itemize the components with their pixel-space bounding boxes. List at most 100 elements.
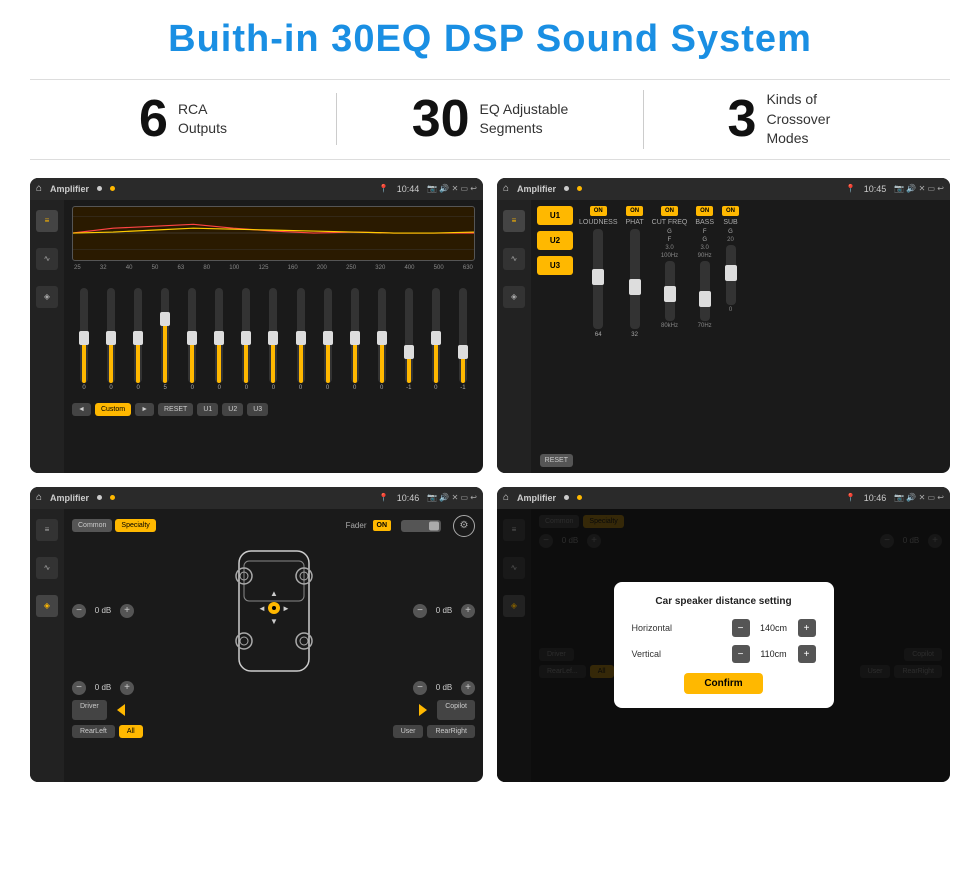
eq-slider-track-1[interactable] — [107, 288, 115, 383]
crossover-reset-btn[interactable]: RESET — [540, 454, 573, 467]
eq-slider-thumb-2 — [133, 331, 143, 345]
sub-slider[interactable] — [726, 245, 736, 305]
copilot-btn[interactable]: Copilot — [437, 700, 475, 720]
eq-u2-btn[interactable]: U2 — [222, 403, 243, 416]
crossover-screenshot-panel: Amplifier 📍 10:45 📷 🔊 ✕ ▭ ↩ ≡ ∿ ◈ U1 U2 — [497, 178, 950, 473]
horizontal-minus-btn[interactable]: − — [732, 619, 750, 637]
db-plus-tl[interactable]: + — [120, 604, 134, 618]
eq-custom-btn[interactable]: Custom — [95, 403, 131, 416]
eq-slider-thumb-12 — [404, 345, 414, 359]
vertical-minus-btn[interactable]: − — [732, 645, 750, 663]
db-minus-tl[interactable]: − — [72, 604, 86, 618]
status-dot — [97, 186, 102, 191]
eq-freq-labels: 253240506380100125160200250320400500630 — [72, 265, 475, 271]
fader-sidebar: ≡ ∿ ◈ — [30, 509, 64, 782]
eq-u1-btn[interactable]: U1 — [197, 403, 218, 416]
db-minus-tr[interactable]: − — [413, 604, 427, 618]
cutfreq-slider[interactable] — [665, 261, 675, 321]
right-arrow-btn[interactable] — [413, 700, 433, 720]
rearleft-btn[interactable]: RearLeft — [72, 725, 115, 738]
fader-sidebar-speaker-btn[interactable]: ◈ — [36, 595, 58, 617]
eq-sidebar-eq-btn[interactable]: ≡ — [36, 210, 58, 232]
preset-u3-btn[interactable]: U3 — [537, 256, 573, 275]
confirm-button[interactable]: Confirm — [684, 673, 762, 694]
crossover-sidebar-speaker-btn[interactable]: ◈ — [503, 286, 525, 308]
eq-slider-track-6[interactable] — [242, 288, 250, 383]
fader-sidebar-wave-btn[interactable]: ∿ — [36, 557, 58, 579]
bass-toggle[interactable]: ON — [696, 206, 713, 216]
crossover-sidebar-wave-btn[interactable]: ∿ — [503, 248, 525, 270]
eq-slider-col-2: 0 — [126, 288, 150, 391]
db-plus-tr[interactable]: + — [461, 604, 475, 618]
eq-slider-track-14[interactable] — [459, 288, 467, 383]
db-minus-bl[interactable]: − — [72, 681, 86, 695]
eq-slider-thumb-0 — [79, 331, 89, 345]
phat-val: 32 — [631, 332, 638, 338]
eq-slider-val-6: 0 — [245, 385, 248, 391]
fader-screenshot-panel: Amplifier 📍 10:46 📷 🔊 ✕ ▭ ↩ ≡ ∿ ◈ Com — [30, 487, 483, 782]
stats-row: 6 RCA Outputs 30 EQ Adjustable Segments … — [30, 79, 950, 160]
db-value-tr: 0 dB — [430, 606, 458, 615]
stat-rca: 6 RCA Outputs — [30, 93, 336, 145]
eq-slider-track-13[interactable] — [432, 288, 440, 383]
eq-slider-val-2: 0 — [136, 385, 139, 391]
bass-slider[interactable] — [700, 261, 710, 321]
left-arrow-btn[interactable] — [111, 700, 131, 720]
user-btn[interactable]: User — [393, 725, 424, 738]
preset-u1-btn[interactable]: U1 — [537, 206, 573, 225]
fader-bottom-btns-2: RearLeft All User RearRight — [72, 725, 475, 738]
preset-u2-btn[interactable]: U2 — [537, 231, 573, 250]
eq-slider-col-13: 0 — [424, 288, 448, 391]
crossover-sidebar-eq-btn[interactable]: ≡ — [503, 210, 525, 232]
vertical-value: 110cm — [754, 649, 794, 659]
eq-slider-track-5[interactable] — [215, 288, 223, 383]
sub-toggle[interactable]: ON — [722, 206, 739, 216]
db-minus-br[interactable]: − — [413, 681, 427, 695]
db-plus-br[interactable]: + — [461, 681, 475, 695]
eq-sidebar-wave-btn[interactable]: ∿ — [36, 248, 58, 270]
eq-slider-track-7[interactable] — [269, 288, 277, 383]
eq-slider-val-12: -1 — [406, 385, 411, 391]
eq-play-btn[interactable]: ► — [135, 403, 154, 416]
vertical-plus-btn[interactable]: + — [798, 645, 816, 663]
loudness-slider[interactable] — [593, 229, 603, 329]
all-btn[interactable]: All — [119, 725, 143, 738]
svg-text:◄: ◄ — [258, 604, 266, 613]
horizontal-stepper: − 140cm + — [732, 619, 816, 637]
specialty-mode-btn[interactable]: Specialty — [115, 519, 155, 532]
eq-slider-track-10[interactable] — [351, 288, 359, 383]
eq-slider-track-4[interactable] — [188, 288, 196, 383]
eq-slider-track-11[interactable] — [378, 288, 386, 383]
eq-slider-track-2[interactable] — [134, 288, 142, 383]
phat-slider[interactable] — [630, 229, 640, 329]
dialog-screenshot-panel: Amplifier 📍 10:46 📷 🔊 ✕ ▭ ↩ ≡ ∿ ◈ Common — [497, 487, 950, 782]
gps-icon: 📍 — [379, 184, 389, 193]
eq-sidebar-speaker-btn[interactable]: ◈ — [36, 286, 58, 308]
driver-btn[interactable]: Driver — [72, 700, 107, 720]
db-plus-bl[interactable]: + — [120, 681, 134, 695]
eq-slider-val-0: 0 — [82, 385, 85, 391]
phat-toggle[interactable]: ON — [626, 206, 643, 216]
eq-prev-btn[interactable]: ◄ — [72, 403, 91, 416]
crossover-sidebar: ≡ ∿ ◈ — [497, 200, 531, 473]
stat-number-crossover: 3 — [728, 93, 757, 145]
eq-slider-val-3: 5 — [164, 385, 167, 391]
eq-slider-track-9[interactable] — [324, 288, 332, 383]
horizontal-plus-btn[interactable]: + — [798, 619, 816, 637]
eq-slider-track-12[interactable] — [405, 288, 413, 383]
fader-on-badge[interactable]: ON — [373, 520, 392, 531]
common-mode-btn[interactable]: Common — [72, 519, 112, 532]
eq-slider-track-0[interactable] — [80, 288, 88, 383]
rearright-btn[interactable]: RearRight — [427, 725, 475, 738]
eq-u3-btn[interactable]: U3 — [247, 403, 268, 416]
cutfreq-toggle[interactable]: ON — [661, 206, 678, 216]
dialog-overlay: Car speaker distance setting Horizontal … — [497, 509, 950, 782]
fader-sidebar-eq-btn[interactable]: ≡ — [36, 519, 58, 541]
settings-icon[interactable]: ⚙ — [453, 515, 475, 537]
eq-slider-track-8[interactable] — [297, 288, 305, 383]
eq-slider-track-3[interactable] — [161, 288, 169, 383]
home-icon-3 — [36, 492, 42, 503]
loudness-toggle[interactable]: ON — [590, 206, 607, 216]
eq-reset-btn[interactable]: RESET — [158, 403, 193, 416]
eq-slider-val-14: -1 — [460, 385, 465, 391]
